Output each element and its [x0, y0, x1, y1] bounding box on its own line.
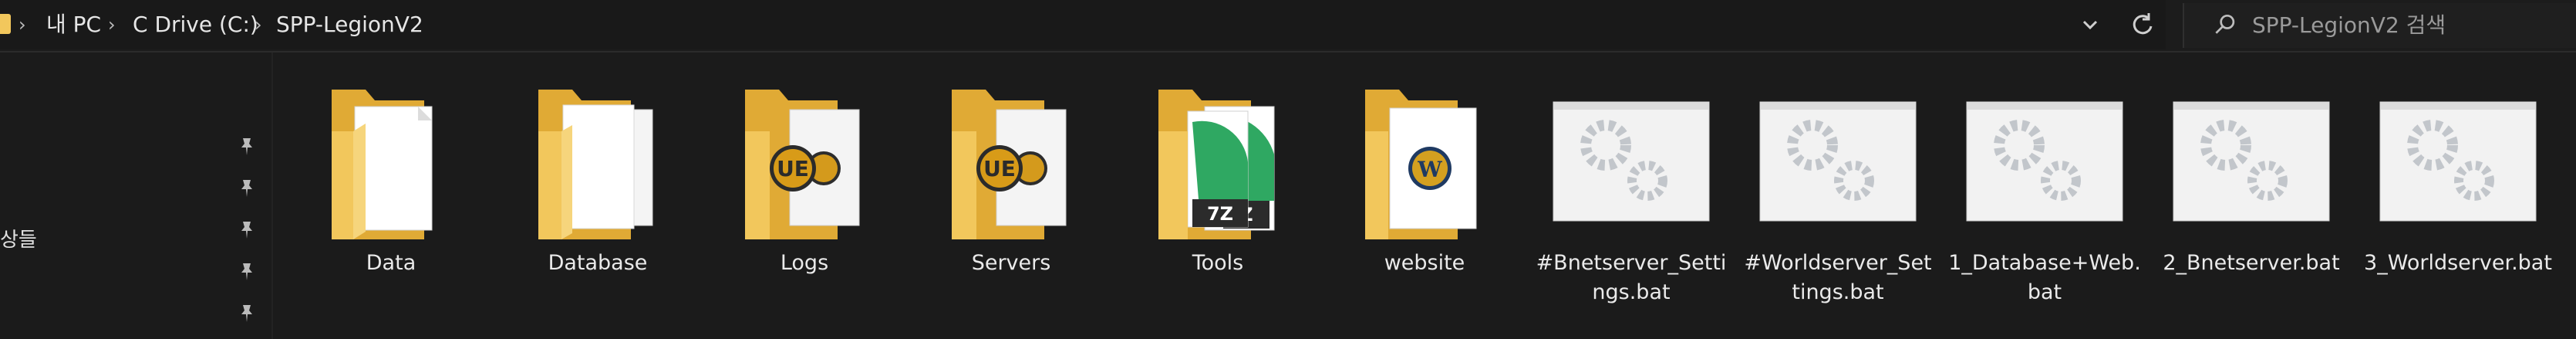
pin-icon[interactable]	[236, 219, 258, 241]
breadcrumb-c-drive[interactable]: C Drive (C:)	[133, 9, 258, 40]
file-name: Database	[548, 251, 648, 275]
chevron-right-icon: ›	[255, 14, 262, 36]
svg-text:7Z: 7Z	[1207, 203, 1233, 225]
breadcrumb-spp-legionv2[interactable]: SPP-LegionV2	[276, 9, 423, 40]
file-name: 3_Worldserver.bat	[2364, 251, 2552, 275]
folder-icon	[538, 90, 653, 239]
top-bar: › 내 PC › C Drive (C:) › SPP-LegionV2 SPP…	[0, 0, 2576, 53]
file-name: Logs	[780, 251, 829, 275]
pin-icon[interactable]	[236, 261, 258, 283]
file-name: 1_Database+Web.bat	[1948, 251, 2141, 304]
folder-icon: W	[1365, 90, 1477, 239]
pin-icon[interactable]	[236, 178, 258, 199]
pin-icon[interactable]	[236, 303, 258, 324]
nav-item-label[interactable]: 상들	[0, 224, 37, 253]
folder-icon	[332, 90, 433, 239]
file-name: Tools	[1192, 251, 1244, 275]
search-input[interactable]: SPP-LegionV2 검색	[2252, 11, 2446, 40]
folder-icon: UE	[745, 90, 860, 239]
navigation-pane: 상들	[0, 53, 273, 339]
file-name: Servers	[971, 251, 1051, 275]
chevron-down-icon[interactable]	[2075, 9, 2106, 40]
breadcrumb-this-pc[interactable]: 내 PC	[46, 9, 101, 40]
folder-icon: Z 7Z	[1158, 90, 1275, 239]
file-name: Data	[366, 251, 416, 275]
batch-file-gears-icon	[1966, 101, 2123, 222]
folder-icon	[0, 14, 11, 34]
chevron-right-icon: ›	[19, 14, 26, 36]
svg-text:UE: UE	[983, 156, 1016, 181]
svg-text:UE: UE	[777, 156, 809, 181]
search-icon	[2215, 14, 2235, 34]
folder-icon: UE	[952, 90, 1067, 239]
batch-file-gears-icon	[2379, 101, 2537, 222]
address-bar[interactable]: › 내 PC › C Drive (C:) › SPP-LegionV2	[0, 0, 2166, 49]
file-name: #Worldserver_Settings.bat	[1744, 251, 1932, 304]
file-name: 2_Bnetserver.bat	[2163, 251, 2340, 275]
pin-icon[interactable]	[236, 136, 258, 158]
svg-text:W: W	[1417, 157, 1442, 182]
refresh-icon[interactable]	[2127, 9, 2158, 40]
batch-file-gears-icon	[2173, 101, 2330, 222]
search-box[interactable]: SPP-LegionV2 검색	[2183, 3, 2576, 48]
file-name: #Bnetserver_Settings.bat	[1536, 251, 1727, 304]
chevron-right-icon: ›	[108, 14, 116, 36]
file-name: website	[1384, 251, 1465, 275]
batch-file-gears-icon	[1759, 101, 1917, 222]
batch-file-gears-icon	[1553, 101, 1710, 222]
